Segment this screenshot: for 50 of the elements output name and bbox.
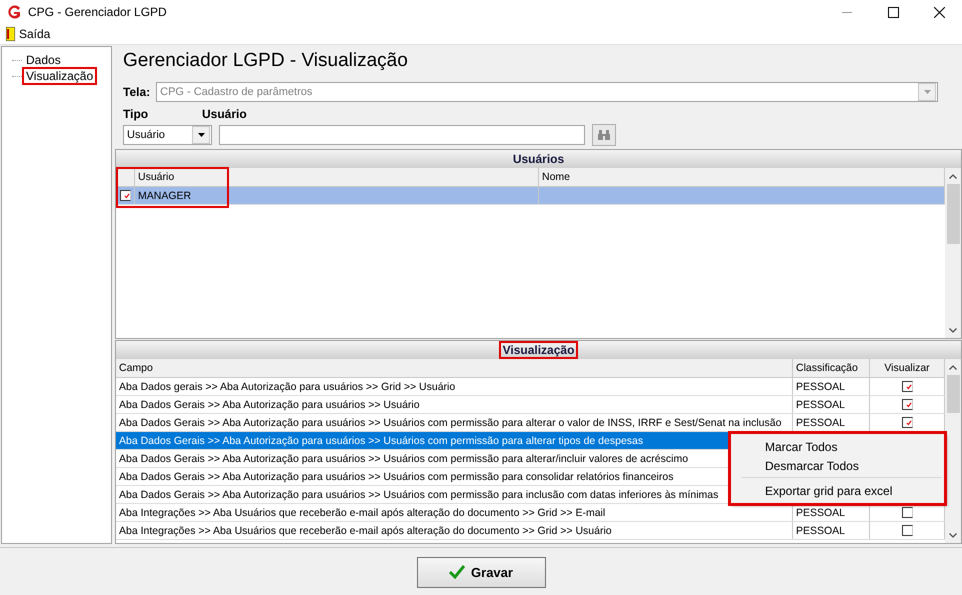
scroll-down-icon[interactable] bbox=[949, 328, 957, 332]
checkbox[interactable] bbox=[902, 525, 912, 536]
table-cell: Aba Dados gerais >> Aba Autorização para usuários >> Grid >> Usuário bbox=[116, 378, 793, 395]
column-header[interactable]: Classificação bbox=[793, 359, 870, 377]
door-icon bbox=[6, 27, 15, 41]
type-dropdown[interactable]: Usuário bbox=[123, 125, 212, 145]
menu-item[interactable]: Marcar Todos bbox=[731, 437, 944, 456]
scroll-thumb[interactable] bbox=[946, 184, 960, 244]
table-cell: Aba Integrações >> Aba Usuários que receberão e-mail após alteração do documento >> Grid >> Usuário bbox=[116, 522, 793, 539]
field-label: Tela: bbox=[123, 85, 150, 99]
menu-item[interactable]: Saída bbox=[3, 27, 54, 41]
column-header[interactable]: Usuário bbox=[135, 168, 539, 186]
check-icon bbox=[124, 190, 130, 200]
dropdown-arrow-icon bbox=[924, 90, 930, 94]
field-label: Tipo bbox=[123, 107, 150, 121]
scrollbar[interactable] bbox=[945, 168, 961, 338]
table-cell: PESSOAL bbox=[796, 380, 846, 392]
section-title: Usuários bbox=[512, 152, 566, 166]
table-cell: PESSOAL bbox=[796, 506, 846, 518]
table-cell: MANAGER bbox=[135, 187, 539, 204]
checkbox[interactable] bbox=[902, 507, 912, 518]
scroll-down-icon[interactable] bbox=[949, 532, 957, 538]
page-heading: Gerenciador LGPD - Visualização bbox=[122, 49, 409, 73]
checkbox[interactable] bbox=[902, 399, 912, 410]
checkmark-icon bbox=[449, 565, 466, 579]
table-cell: PESSOAL bbox=[796, 524, 846, 536]
user-input-field[interactable] bbox=[219, 125, 585, 145]
table-cell: PESSOAL bbox=[796, 416, 846, 428]
maximize-icon bbox=[888, 6, 898, 18]
tree-item[interactable]: Dados bbox=[24, 53, 63, 67]
app-logo-icon bbox=[6, 4, 22, 20]
binoculars-icon bbox=[598, 130, 610, 140]
field-label: Usuário bbox=[202, 107, 247, 121]
section-title: Visualização bbox=[500, 343, 576, 357]
checkbox[interactable] bbox=[120, 190, 130, 201]
checkbox[interactable] bbox=[902, 417, 912, 428]
scroll-up-icon[interactable] bbox=[949, 174, 957, 178]
table-cell: Aba Dados Gerais >> Aba Autorização para usuários >> Usuário bbox=[116, 396, 793, 413]
window-title: CPG - Gerenciador LGPD bbox=[28, 5, 168, 19]
scrollbar[interactable] bbox=[945, 359, 961, 543]
checkbox[interactable] bbox=[902, 381, 912, 392]
tree-item[interactable]: Visualização bbox=[24, 69, 96, 83]
close-icon bbox=[934, 6, 944, 18]
table-cell: PESSOAL bbox=[796, 398, 846, 410]
scroll-thumb[interactable] bbox=[946, 375, 960, 413]
scroll-up-icon[interactable] bbox=[949, 364, 957, 370]
save-button[interactable]: Gravar bbox=[416, 556, 546, 588]
search-button[interactable] bbox=[592, 124, 616, 146]
column-header[interactable]: Campo bbox=[116, 359, 793, 377]
dropdown-arrow-icon bbox=[198, 133, 204, 137]
